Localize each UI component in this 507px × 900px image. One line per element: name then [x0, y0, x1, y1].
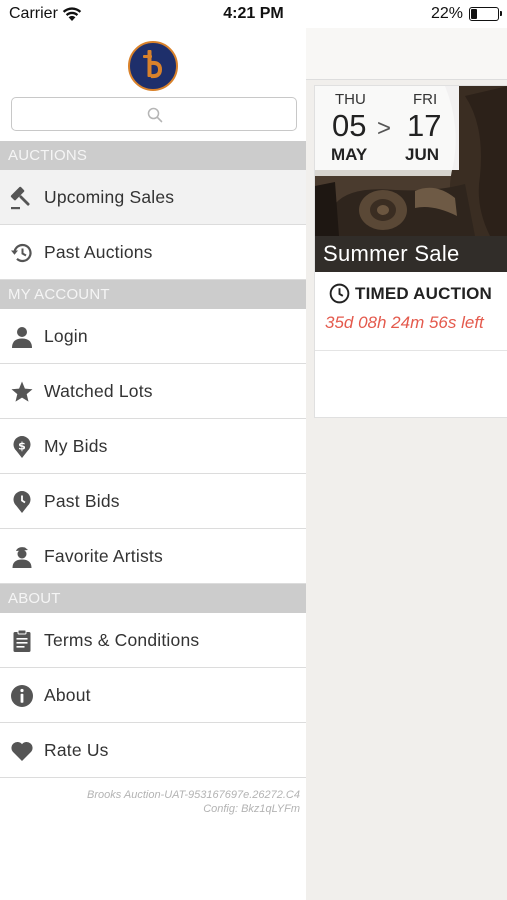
- end-weekday: FRI: [413, 91, 438, 108]
- battery-icon: [469, 7, 502, 21]
- menu-item-label: Past Auctions: [44, 242, 153, 262]
- status-bar: Carrier 4:21 PM 22%: [0, 0, 507, 28]
- menu-item-upcoming-sales[interactable]: Upcoming Sales: [0, 170, 306, 225]
- sale-title: Summer Sale: [323, 241, 460, 266]
- date-separator: >: [377, 115, 392, 142]
- menu-item-label: Upcoming Sales: [44, 187, 175, 207]
- clock-pin-icon: [13, 491, 31, 513]
- menu-item-label: About: [44, 685, 91, 705]
- menu-item-label: Terms & Conditions: [44, 630, 200, 650]
- svg-text:$: $: [18, 440, 26, 453]
- start-weekday: THU: [335, 91, 366, 108]
- auction-type-label: TIMED AUCTION: [355, 284, 493, 303]
- clock-icon: [329, 283, 350, 304]
- section-header-my-account: MY ACCOUNT: [0, 280, 306, 309]
- gavel-icon: [10, 186, 30, 210]
- artist-icon: [12, 547, 32, 568]
- battery-level: [471, 9, 477, 19]
- sale-title-strip: Summer Sale: [315, 236, 507, 272]
- menu-item-favorite-artists[interactable]: Favorite Artists: [0, 529, 306, 584]
- start-month: MAY: [331, 145, 368, 164]
- star-icon: [11, 381, 33, 402]
- search-icon: [147, 107, 163, 123]
- menu-item-label: Favorite Artists: [44, 546, 163, 566]
- build-version: Brooks Auction-UAT-953167697e.26272.C4: [86, 789, 300, 801]
- menu-item-past-auctions[interactable]: Past Auctions: [0, 225, 306, 280]
- menu-item-rate-us[interactable]: Rate Us: [0, 723, 306, 778]
- menu-item-label: My Bids: [44, 436, 108, 456]
- dollar-pin-icon: $: [13, 436, 31, 458]
- end-month: JUN: [405, 145, 440, 164]
- build-info: Brooks Auction-UAT-953167697e.26272.C4 C…: [10, 788, 300, 816]
- section-header-auctions: AUCTIONS: [0, 141, 306, 170]
- main-content: THU 05 MAY > FRI 17 JUN Summer Sale TIME…: [306, 28, 507, 900]
- menu-item-label: Past Bids: [44, 491, 120, 511]
- menu-item-watched-lots[interactable]: Watched Lots: [0, 364, 306, 419]
- clipboard-icon: [13, 629, 31, 652]
- info-icon: [11, 685, 33, 707]
- search-field[interactable]: [11, 97, 297, 131]
- menu-item-past-bids[interactable]: Past Bids: [0, 474, 306, 529]
- menu-item-label: Rate Us: [44, 740, 109, 760]
- auction-house-logo[interactable]: [128, 41, 178, 91]
- build-config: Config: Bkz1qLYFm: [203, 803, 300, 815]
- history-icon: [11, 243, 32, 263]
- heart-icon: [11, 742, 33, 761]
- start-day: 05: [332, 108, 367, 143]
- side-drawer: AUCTIONS Upcoming Sales Past Auctions MY…: [0, 28, 306, 900]
- main-navbar: [306, 28, 507, 80]
- sale-date-range: THU 05 MAY > FRI 17 JUN: [315, 86, 459, 170]
- sale-card[interactable]: THU 05 MAY > FRI 17 JUN Summer Sale TIME…: [314, 85, 507, 418]
- sale-image: THU 05 MAY > FRI 17 JUN Summer Sale: [315, 86, 507, 272]
- card-divider: [315, 350, 507, 351]
- menu-item-about[interactable]: About: [0, 668, 306, 723]
- menu-item-terms-conditions[interactable]: Terms & Conditions: [0, 613, 306, 668]
- logo-b-icon: [143, 50, 163, 79]
- user-icon: [12, 327, 32, 348]
- menu-item-login[interactable]: Login: [0, 309, 306, 364]
- menu-item-label: Watched Lots: [44, 381, 153, 401]
- battery-percent: 22%: [430, 5, 463, 22]
- section-header-about: ABOUT: [0, 584, 306, 613]
- menu-item-my-bids[interactable]: $ My Bids: [0, 419, 306, 474]
- end-day: 17: [407, 108, 442, 143]
- countdown-timer: 35d 08h 24m 56s left: [325, 313, 484, 332]
- menu-item-label: Login: [44, 326, 88, 346]
